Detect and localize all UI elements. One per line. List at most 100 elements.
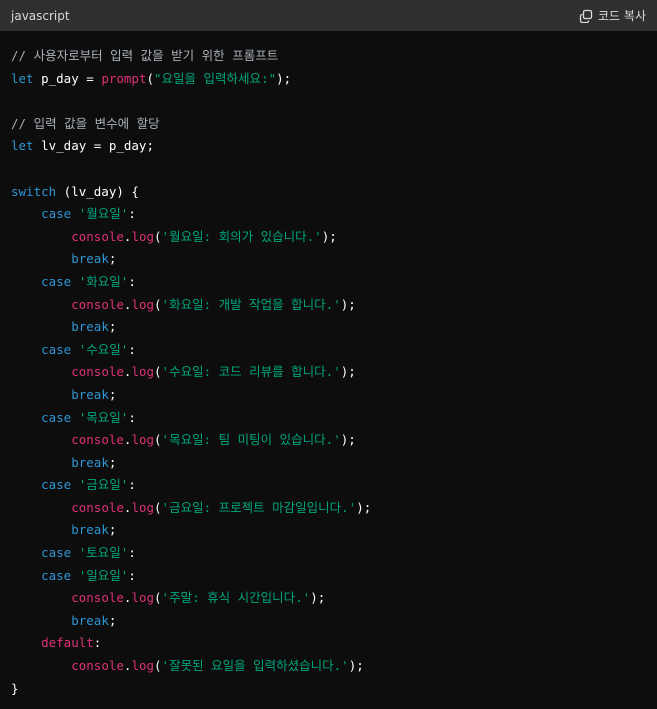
code-token-plain: );	[310, 590, 326, 606]
code-token-fn: log	[131, 658, 155, 674]
code-line: let p_day = prompt("요일을 입력하세요:");	[11, 68, 646, 91]
code-line: break;	[11, 610, 646, 633]
code-token-string: "요일을 입력하세요:"	[154, 70, 277, 86]
code-token-keyword: break	[71, 319, 109, 335]
code-line: break;	[11, 452, 646, 475]
code-token-string: '수요일'	[78, 341, 129, 357]
code-token-fn: log	[131, 590, 155, 606]
code-token-fn: log	[131, 228, 155, 244]
code-line: case '화요일':	[11, 271, 646, 294]
code-line: break;	[11, 248, 646, 271]
code-line: case '토요일':	[11, 542, 646, 565]
code-token-fn: console	[71, 499, 124, 515]
code-token-plain: ;	[108, 454, 117, 470]
code-line: console.log('월요일: 회의가 있습니다.');	[11, 226, 646, 249]
code-token-plain: ;	[108, 386, 117, 402]
code-line: console.log('금요일: 프로젝트 마감일입니다.');	[11, 497, 646, 520]
code-token-string: '수요일: 코드 리뷰를 합니다.'	[161, 364, 341, 380]
code-token-fn: console	[71, 590, 124, 606]
code-token-plain: ;	[108, 612, 117, 628]
code-token-string: '금요일: 프로젝트 마감일입니다.'	[161, 499, 357, 515]
code-token-string: '금요일'	[78, 477, 129, 493]
code-content[interactable]: // 사용자로부터 입력 값을 받기 위한 프롬프트 let p_day = pr…	[0, 31, 657, 700]
code-token-string: '월요일: 회의가 있습니다.'	[161, 228, 322, 244]
code-line: case '목요일':	[11, 407, 646, 430]
copy-button-label: 코드 복사	[598, 9, 646, 23]
code-line: console.log('화요일: 개발 작업을 합니다.');	[11, 294, 646, 317]
code-token-plain: );	[340, 296, 356, 312]
code-token-fn: console	[71, 228, 124, 244]
code-token-fn: log	[131, 432, 155, 448]
code-token-keyword: case	[41, 567, 72, 583]
code-token-fn: prompt	[101, 70, 147, 86]
code-token-plain: ;	[108, 522, 117, 538]
code-token-comment: // 사용자로부터 입력 값을 받기 위한 프롬프트	[11, 48, 279, 63]
code-token-plain: (	[154, 296, 162, 312]
code-line: break;	[11, 316, 646, 339]
code-block: javascript 코드 복사 // 사용자로부터 입력 값을 받기 위한 프…	[0, 0, 657, 709]
code-token-plain: :	[128, 409, 136, 425]
code-token-plain: (	[146, 70, 154, 86]
code-token-keyword: case	[41, 545, 72, 561]
code-token-plain: :	[128, 273, 136, 289]
code-token-plain: );	[340, 364, 356, 380]
code-token-plain: :	[128, 341, 136, 357]
code-token-string: '월요일'	[78, 206, 129, 222]
code-token-fn: console	[71, 296, 124, 312]
language-label: javascript	[11, 8, 70, 23]
code-token-plain: (	[154, 590, 162, 606]
code-token-plain: );	[321, 228, 337, 244]
code-token-plain: (	[154, 228, 162, 244]
code-block-header: javascript 코드 복사	[0, 0, 657, 31]
code-token-plain: (	[154, 364, 162, 380]
code-line: case '금요일':	[11, 474, 646, 497]
code-token-fn: console	[71, 432, 124, 448]
code-token-keyword: let	[11, 70, 34, 86]
code-line: // 입력 값을 변수에 할당	[11, 113, 646, 136]
copy-code-button[interactable]: 코드 복사	[579, 7, 646, 24]
code-token-plain: );	[276, 70, 292, 86]
code-line: case '수요일':	[11, 339, 646, 362]
code-token-plain: (	[154, 432, 162, 448]
code-token-plain: p_day =	[33, 70, 102, 86]
code-line: break;	[11, 519, 646, 542]
code-line: console.log('잘못된 요일을 입력하셨습니다.');	[11, 655, 646, 678]
code-token-string: '화요일: 개발 작업을 합니다.'	[161, 296, 341, 312]
code-token-comment: // 입력 값을 변수에 할당	[11, 115, 160, 131]
code-token-keyword: break	[71, 454, 109, 470]
code-token-keyword: break	[71, 386, 109, 402]
code-token-keyword: case	[41, 409, 72, 425]
code-token-plain: }	[11, 680, 19, 696]
code-line: default:	[11, 632, 646, 655]
code-token-string: '목요일: 팀 미팅이 있습니다.'	[161, 432, 341, 448]
code-token-plain: :	[93, 635, 102, 651]
code-token-fn: log	[131, 499, 155, 515]
code-token-plain: (	[154, 658, 162, 674]
code-token-keyword: break	[71, 251, 109, 267]
code-token-plain: :	[128, 545, 136, 561]
code-line: console.log('주말: 휴식 시간입니다.');	[11, 587, 646, 610]
code-line: // 사용자로부터 입력 값을 받기 위한 프롬프트	[11, 45, 646, 68]
code-token-string: '일요일'	[78, 567, 129, 583]
